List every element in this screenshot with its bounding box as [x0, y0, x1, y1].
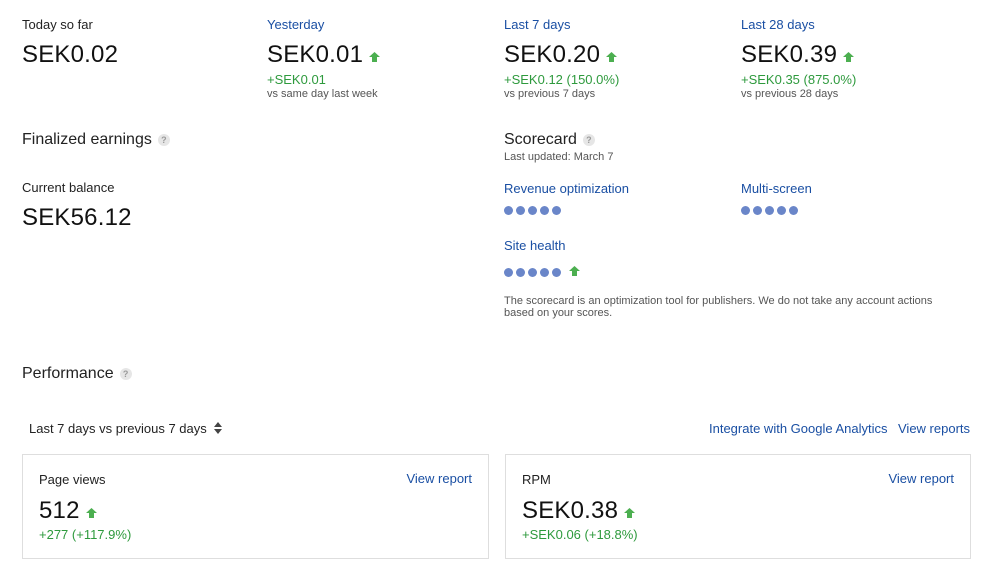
last7-value-row: SEK0.20 — [504, 41, 618, 69]
scorecard-title: Scorecard — [504, 131, 577, 148]
last28-value: SEK0.39 — [741, 41, 838, 68]
card-title: RPM — [522, 472, 551, 487]
view-report-link[interactable]: View report — [888, 471, 954, 486]
last28-link[interactable]: Last 28 days — [741, 17, 815, 32]
today-value: SEK0.02 — [22, 41, 119, 68]
score-dot — [789, 206, 798, 215]
last28-compare: vs previous 28 days — [741, 88, 839, 100]
yesterday-change: +SEK0.01 — [267, 72, 326, 87]
card-value-row: SEK0.38 — [522, 497, 636, 525]
date-range-selector[interactable]: Last 7 days vs previous 7 days — [29, 421, 223, 437]
score-dot — [552, 267, 561, 277]
up-arrow-icon — [624, 505, 636, 523]
last7-value: SEK0.20 — [504, 41, 601, 68]
date-range-label: Last 7 days vs previous 7 days — [29, 421, 207, 436]
page-views-card: Page views View report 512 +277 (+117.9%… — [22, 454, 489, 559]
rpm-card: RPM View report SEK0.38 +SEK0.06 (+18.8%… — [505, 454, 971, 559]
finalized-title: Finalized earnings — [22, 131, 152, 148]
scorecard-updated: Last updated: March 7 — [504, 151, 614, 163]
multiscreen-score-dots — [741, 206, 798, 215]
card-title: Page views — [39, 472, 106, 487]
revenue-score-dots — [504, 206, 561, 215]
finalized-heading: Finalized earnings? — [22, 131, 170, 149]
multi-screen-link[interactable]: Multi-screen — [741, 181, 812, 196]
question-icon[interactable]: ? — [582, 133, 595, 146]
score-dot — [528, 267, 537, 277]
last7-compare: vs previous 7 days — [504, 88, 596, 100]
revenue-optimization-link[interactable]: Revenue optimization — [504, 181, 629, 196]
score-dot — [540, 206, 549, 215]
up-arrow-icon — [85, 505, 97, 523]
yesterday-link[interactable]: Yesterday — [267, 17, 324, 32]
balance-value: SEK56.12 — [22, 204, 132, 231]
score-dot — [741, 206, 750, 215]
score-dot — [504, 206, 513, 215]
last28-change: +SEK0.35 (875.0%) — [741, 72, 857, 87]
yesterday-value: SEK0.01 — [267, 41, 364, 68]
last28-value-row: SEK0.39 — [741, 41, 855, 69]
card-change: +SEK0.06 (+18.8%) — [522, 527, 638, 542]
sort-arrows-icon — [214, 422, 223, 437]
up-arrow-icon — [606, 49, 618, 67]
up-arrow-icon — [569, 263, 580, 281]
score-dot — [765, 206, 774, 215]
scorecard-note: The scorecard is an optimization tool fo… — [504, 295, 933, 319]
score-dot — [516, 267, 525, 277]
last7-change: +SEK0.12 (150.0%) — [504, 72, 620, 87]
performance-title: Performance — [22, 365, 114, 382]
score-dot — [540, 267, 549, 277]
scorecard-heading: Scorecard? — [504, 131, 595, 149]
score-dot — [516, 206, 525, 215]
performance-heading: Performance? — [22, 365, 132, 383]
card-value-row: 512 — [39, 497, 97, 525]
view-reports-link[interactable]: View reports — [898, 421, 970, 436]
card-value: 512 — [39, 497, 80, 524]
up-arrow-icon — [369, 49, 381, 67]
score-dot — [504, 267, 513, 277]
balance-label: Current balance — [22, 180, 115, 195]
site-health-score-dots — [504, 263, 580, 281]
last7-link[interactable]: Last 7 days — [504, 17, 571, 32]
up-arrow-icon — [843, 49, 855, 67]
card-change: +277 (+117.9%) — [39, 527, 132, 542]
today-label: Today so far — [22, 17, 93, 32]
score-dot — [777, 206, 786, 215]
question-icon[interactable]: ? — [119, 367, 132, 380]
score-dot — [753, 206, 762, 215]
site-health-link[interactable]: Site health — [504, 238, 565, 253]
yesterday-compare: vs same day last week — [267, 88, 378, 100]
view-report-link[interactable]: View report — [406, 471, 472, 486]
question-icon[interactable]: ? — [157, 133, 170, 146]
yesterday-value-row: SEK0.01 — [267, 41, 381, 69]
card-value: SEK0.38 — [522, 497, 619, 524]
integrate-analytics-link[interactable]: Integrate with Google Analytics — [709, 421, 888, 436]
score-dot — [552, 206, 561, 215]
score-dot — [528, 206, 537, 215]
